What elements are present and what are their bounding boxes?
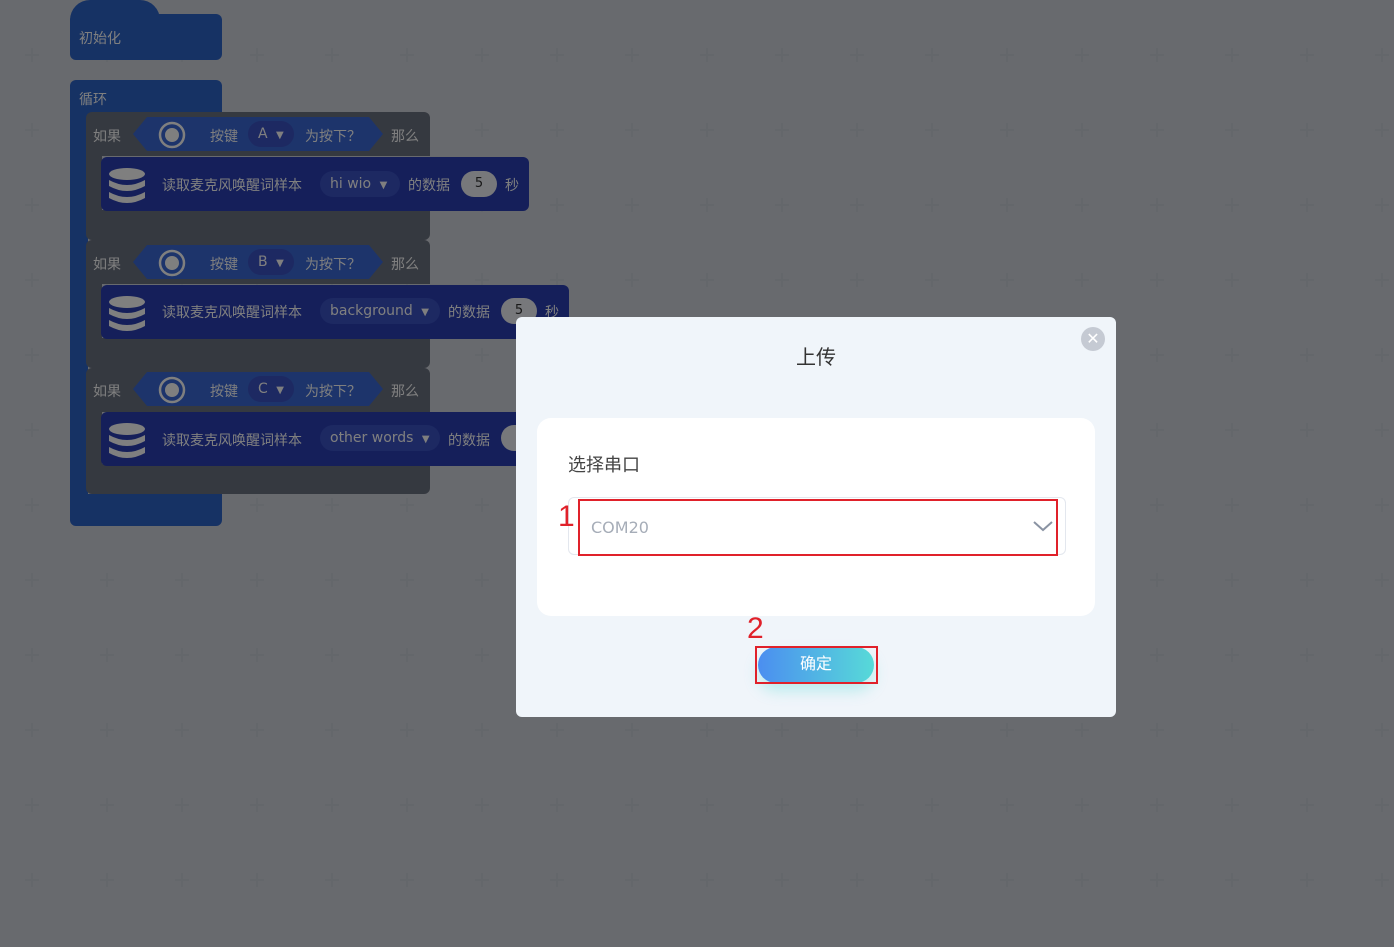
annotation-step-1: 1 xyxy=(558,500,575,533)
dialog-title: 上传 xyxy=(796,345,836,369)
annotation-step-2: 2 xyxy=(747,612,764,645)
annotation-box-confirm xyxy=(755,646,878,684)
serial-port-label: 选择串口 xyxy=(568,455,640,476)
annotation-box-port xyxy=(578,499,1058,556)
close-icon[interactable]: ✕ xyxy=(1081,327,1105,351)
